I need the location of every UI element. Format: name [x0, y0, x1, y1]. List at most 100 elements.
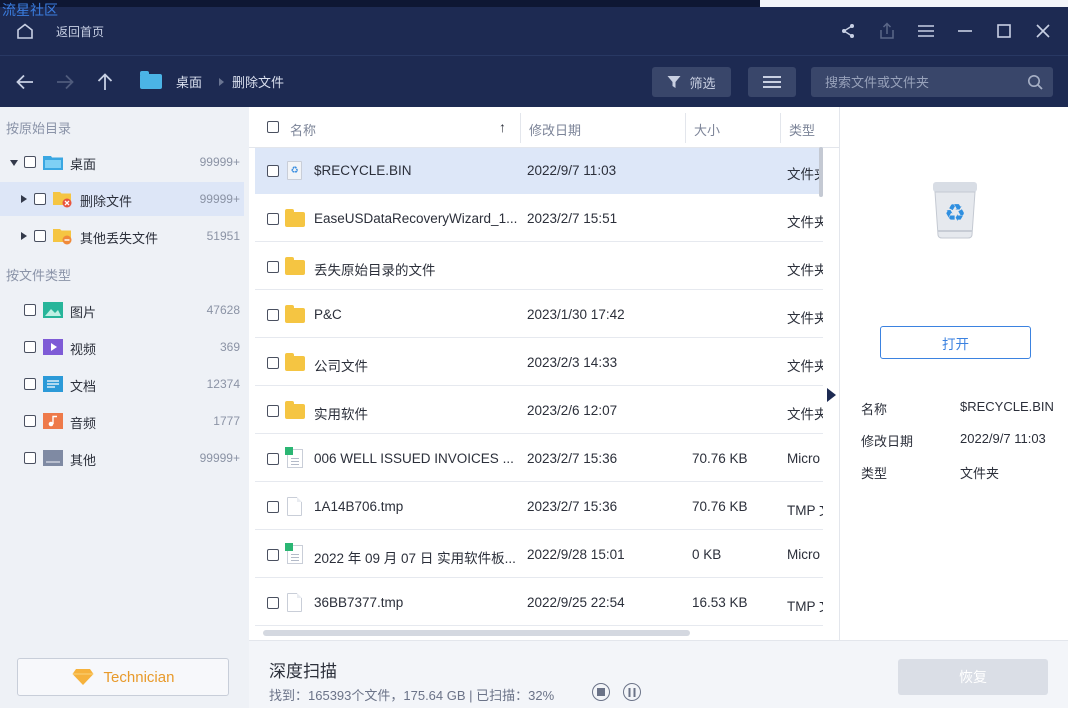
expand-arrow-icon[interactable] — [21, 195, 27, 203]
tree-item-deleted-files[interactable]: 删除文件 99999+ — [0, 182, 244, 216]
vertical-scrollbar[interactable] — [819, 147, 823, 197]
row-checkbox[interactable] — [267, 549, 279, 561]
type-item-audio[interactable]: 音频 1777 — [0, 404, 244, 438]
file-list: 名称 ↑ 修改日期 大小 类型 ♻ $RECYCLE.BIN 2022/9/7 … — [249, 107, 839, 640]
minimize-icon[interactable] — [956, 22, 974, 40]
file-row[interactable]: 公司文件 2023/2/3 14:33 文件夹 — [255, 340, 823, 386]
file-row[interactable]: 2022 年 09 月 07 日 实用软件板... 2022/9/28 15:0… — [255, 532, 823, 578]
file-row[interactable]: 006 WELL ISSUED INVOICES ... 2023/2/7 15… — [255, 436, 823, 482]
sort-arrow-icon[interactable]: ↑ — [499, 119, 506, 135]
collapse-preview-arrow-icon[interactable] — [827, 388, 836, 402]
spreadsheet-icon — [285, 447, 303, 468]
breadcrumb-item-deleted[interactable]: 删除文件 — [232, 72, 284, 91]
file-icon — [287, 593, 302, 612]
row-checkbox[interactable] — [267, 453, 279, 465]
row-checkbox[interactable] — [267, 501, 279, 513]
type-checkbox[interactable] — [24, 304, 36, 316]
column-header-date[interactable]: 修改日期 — [529, 120, 581, 139]
expand-arrow-icon[interactable] — [10, 160, 18, 166]
watermark: 流星社区 — [2, 3, 58, 19]
column-divider[interactable] — [520, 113, 521, 143]
file-row[interactable]: P&C 2023/1/30 17:42 文件夹 — [255, 292, 823, 338]
type-item-videos[interactable]: 视频 369 — [0, 330, 244, 364]
sidebar: 按原始目录 桌面 99999+ 删除文件 99999+ 其他丢失文件 51951… — [0, 107, 249, 708]
maximize-icon[interactable] — [995, 22, 1013, 40]
export-icon[interactable] — [878, 22, 896, 40]
breadcrumb-item-desktop[interactable]: 桌面 — [176, 72, 202, 91]
column-header-name[interactable]: 名称 — [290, 120, 316, 139]
type-checkbox[interactable] — [24, 378, 36, 390]
horizontal-scrollbar[interactable] — [263, 630, 690, 636]
file-row[interactable]: 实用软件 2023/2/6 12:07 文件夹 — [255, 388, 823, 434]
home-link[interactable]: 返回首页 — [56, 23, 104, 40]
up-arrow-icon[interactable] — [94, 71, 116, 93]
file-row[interactable]: 丢失原始目录的文件 文件夹 — [255, 244, 823, 290]
share-icon[interactable] — [839, 22, 857, 40]
file-row[interactable]: ♻ $RECYCLE.BIN 2022/9/7 11:03 文件夹 — [255, 148, 823, 194]
tree-item-other-lost-files[interactable]: 其他丢失文件 51951 — [0, 219, 244, 253]
row-checkbox[interactable] — [267, 357, 279, 369]
column-divider[interactable] — [685, 113, 686, 143]
type-item-documents[interactable]: 文档 12374 — [0, 367, 244, 401]
column-header-type[interactable]: 类型 — [789, 120, 815, 139]
file-name: 实用软件 — [314, 407, 368, 422]
file-row[interactable]: 36BB7377.tmp 2022/9/25 22:54 16.53 KB TM… — [255, 580, 823, 626]
type-checkbox[interactable] — [24, 415, 36, 427]
document-icon — [43, 376, 63, 392]
tree-item-desktop[interactable]: 桌面 99999+ — [0, 145, 244, 179]
file-type: 文件夹 — [787, 263, 823, 278]
file-date: 2023/2/7 15:51 — [527, 211, 618, 226]
technician-button[interactable]: Technician — [17, 658, 229, 696]
type-item-count: 369 — [219, 340, 240, 354]
tree-checkbox[interactable] — [34, 230, 46, 242]
row-checkbox[interactable] — [267, 405, 279, 417]
file-row[interactable]: EaseUSDataRecoveryWizard_1... 2023/2/7 1… — [255, 196, 823, 242]
search-input[interactable] — [811, 74, 1016, 90]
home-icon[interactable] — [16, 23, 34, 39]
recover-button[interactable]: 恢复 — [898, 659, 1048, 695]
row-checkbox[interactable] — [267, 597, 279, 609]
type-item-count: 1777 — [213, 414, 240, 428]
desktop-folder-icon — [140, 71, 162, 89]
type-item-count: 99999+ — [199, 451, 240, 465]
picture-icon — [43, 302, 63, 318]
property-value-name: $RECYCLE.BIN — [960, 399, 1054, 414]
stop-icon[interactable] — [592, 683, 610, 701]
back-arrow-icon[interactable] — [14, 71, 36, 93]
expand-arrow-icon[interactable] — [21, 232, 27, 240]
tree-checkbox[interactable] — [24, 156, 36, 168]
column-header-size[interactable]: 大小 — [694, 120, 720, 139]
filter-button[interactable]: 筛选 — [652, 67, 731, 97]
pause-icon[interactable] — [623, 683, 641, 701]
folder-icon — [285, 257, 305, 275]
close-icon[interactable] — [1034, 22, 1052, 40]
file-name: 2022 年 09 月 07 日 实用软件板... — [314, 551, 516, 566]
open-button[interactable]: 打开 — [880, 326, 1031, 359]
file-date: 2022/9/25 22:54 — [527, 595, 625, 610]
forward-arrow-icon[interactable] — [54, 71, 76, 93]
tree-item-count: 99999+ — [199, 155, 240, 169]
tree-checkbox[interactable] — [34, 193, 46, 205]
row-checkbox[interactable] — [267, 165, 279, 177]
file-row[interactable]: 1A14B706.tmp 2023/2/7 15:36 70.76 KB TMP… — [255, 484, 823, 530]
type-item-other[interactable]: 其他 99999+ — [0, 441, 244, 475]
file-type: TMP 文 — [787, 503, 823, 518]
menu-icon[interactable] — [917, 22, 935, 40]
row-checkbox[interactable] — [267, 213, 279, 225]
file-size: 70.76 KB — [692, 451, 748, 466]
select-all-checkbox[interactable] — [267, 121, 279, 133]
search-icon[interactable] — [1027, 74, 1043, 93]
file-type: 文件夹 — [787, 407, 823, 422]
row-checkbox[interactable] — [267, 309, 279, 321]
column-divider[interactable] — [780, 113, 781, 143]
type-item-pictures[interactable]: 图片 47628 — [0, 293, 244, 327]
section-title-path: 按原始目录 — [6, 121, 72, 136]
file-name: 公司文件 — [314, 359, 368, 374]
type-checkbox[interactable] — [24, 341, 36, 353]
type-item-label: 音频 — [70, 416, 97, 431]
row-checkbox[interactable] — [267, 261, 279, 273]
window-top-strip — [0, 0, 760, 7]
type-checkbox[interactable] — [24, 452, 36, 464]
file-size: 70.76 KB — [692, 499, 748, 514]
view-menu-button[interactable] — [748, 67, 796, 97]
